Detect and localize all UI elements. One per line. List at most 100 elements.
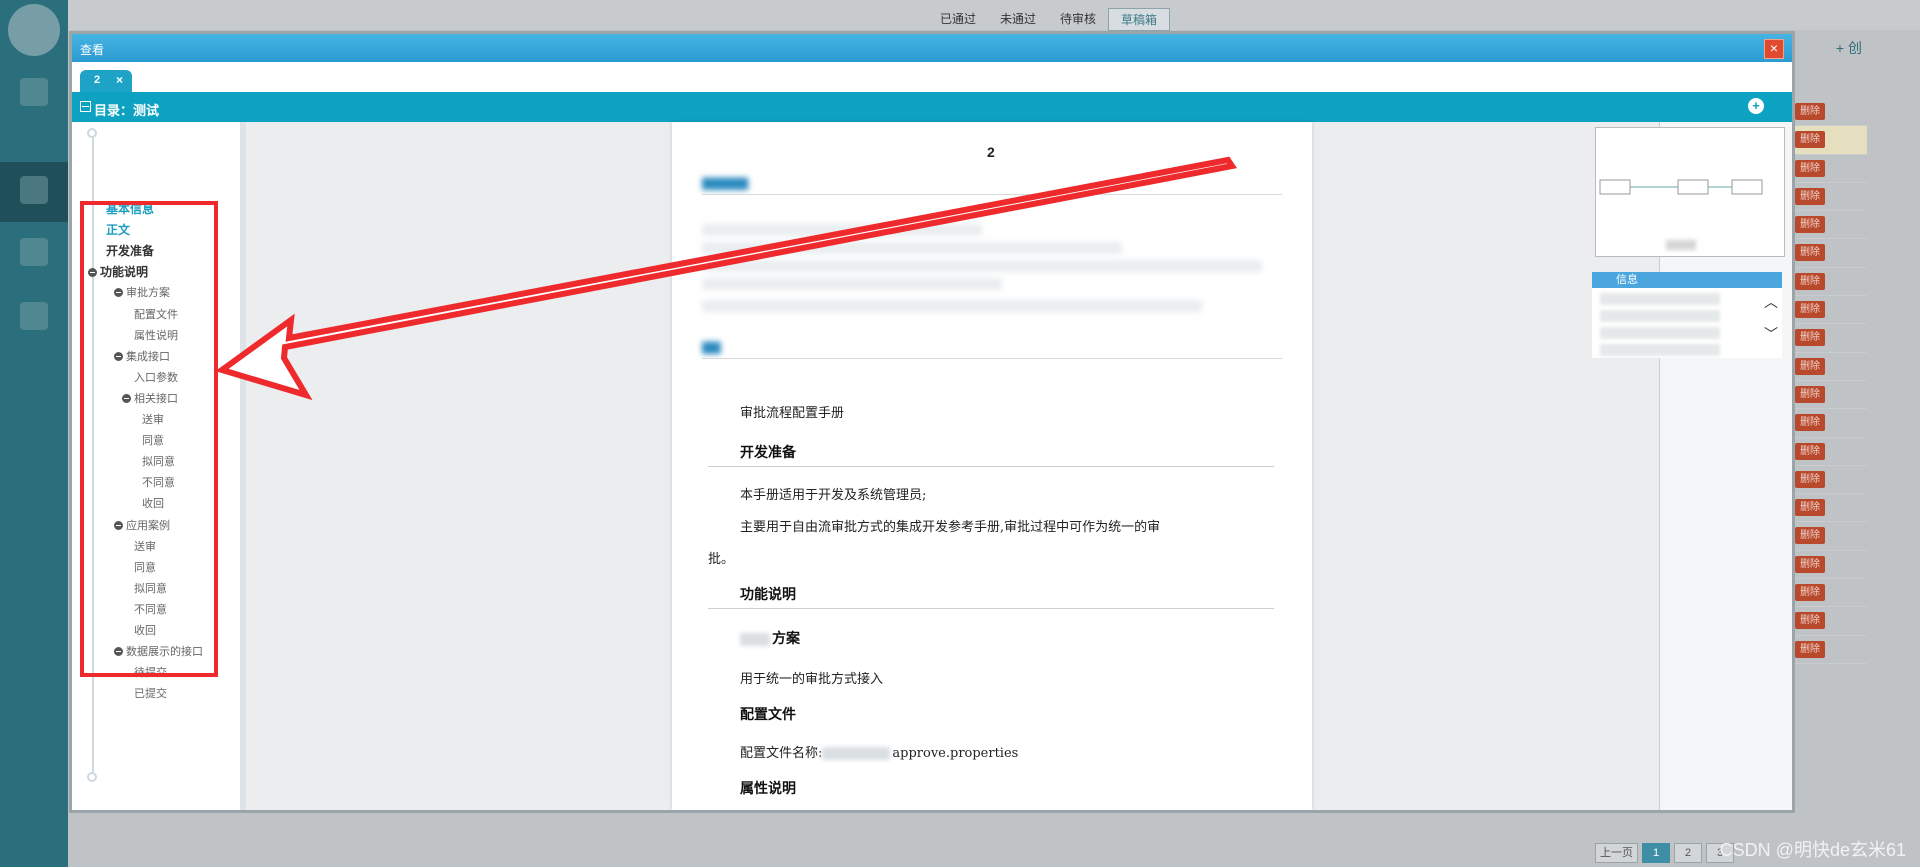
divider xyxy=(708,608,1274,609)
heading-scheme: 方案 xyxy=(740,628,800,648)
flow-node xyxy=(1599,179,1631,195)
delete-button[interactable]: 删除 xyxy=(1795,640,1825,658)
sidebar-item-1[interactable] xyxy=(0,64,68,124)
delete-button[interactable]: 删除 xyxy=(1795,414,1825,432)
redacted-word xyxy=(740,632,770,646)
divider xyxy=(702,358,1282,359)
nav-icon xyxy=(20,78,48,106)
tab-document-2[interactable]: 2 × xyxy=(80,70,132,92)
table-row: 删除 xyxy=(1795,183,1867,212)
page-number: 2 xyxy=(987,144,995,160)
table-row: 删除 xyxy=(1795,98,1867,127)
close-button[interactable]: × xyxy=(1764,39,1784,59)
page-2-button[interactable]: 2 xyxy=(1674,843,1702,863)
timeline-start-dot xyxy=(87,128,97,138)
tab-pending[interactable]: 待审核 xyxy=(1048,8,1108,31)
config-file-name: approve.properties xyxy=(892,746,1019,761)
table-row: 删除 xyxy=(1795,438,1867,466)
heading-function: 功能说明 xyxy=(740,587,796,603)
delete-button[interactable]: 删除 xyxy=(1795,131,1825,149)
tab-rejected[interactable]: 未通过 xyxy=(988,8,1048,31)
delete-button[interactable]: 删除 xyxy=(1795,584,1825,602)
delete-button[interactable]: 删除 xyxy=(1795,385,1825,403)
tab-close-icon[interactable]: × xyxy=(116,73,123,87)
delete-button[interactable]: 删除 xyxy=(1795,612,1825,630)
delete-button[interactable]: 删除 xyxy=(1795,301,1825,319)
table-row: 删除 xyxy=(1795,155,1867,183)
expand-icon[interactable]: + xyxy=(1748,98,1764,114)
avatar[interactable] xyxy=(8,4,60,56)
app-topbar: 已通过 未通过 待审核 草稿箱 xyxy=(68,0,1920,31)
page-1-button[interactable]: 1 xyxy=(1642,843,1670,863)
table-row: 删除 xyxy=(1795,381,1867,410)
doc-title: 审批流程配置手册 xyxy=(740,406,845,421)
basic-info-form xyxy=(702,220,1282,330)
delete-button[interactable]: 删除 xyxy=(1795,357,1825,375)
table-row: 删除 xyxy=(1795,494,1867,523)
scroll-down-icon[interactable]: ﹀ xyxy=(1764,324,1778,344)
delete-button[interactable]: 删除 xyxy=(1795,442,1825,460)
delete-button[interactable]: 删除 xyxy=(1795,499,1825,517)
flow-node xyxy=(1677,179,1709,195)
table-row: 删除 xyxy=(1795,409,1867,438)
sidebar-item-4[interactable] xyxy=(0,288,68,348)
user-icon xyxy=(20,176,48,204)
document-page: 2 ▇▇▇▇▇ ▇▇ 审批流程配置手册 开发准备 本手册适用于开发及系统管理员;… xyxy=(672,122,1312,810)
table-row: 删除 xyxy=(1795,466,1867,495)
collapse-icon[interactable] xyxy=(80,101,91,112)
create-button[interactable]: + 创 xyxy=(1836,38,1862,58)
tab-drafts[interactable]: 草稿箱 xyxy=(1108,8,1171,31)
heading-config: 配置文件 xyxy=(740,707,796,723)
toc-item[interactable]: 已提交 xyxy=(134,685,167,701)
delete-button[interactable]: 删除 xyxy=(1795,527,1825,545)
info-row xyxy=(1600,293,1720,305)
flow-node xyxy=(1731,179,1763,195)
sidebar-item-3[interactable] xyxy=(0,224,68,284)
redacted-label xyxy=(1666,240,1696,250)
info-row xyxy=(1600,310,1720,322)
delete-button[interactable]: 删除 xyxy=(1795,159,1825,177)
flow-preview[interactable] xyxy=(1595,127,1785,257)
table-row: 删除 xyxy=(1795,636,1867,664)
app-sidebar xyxy=(0,0,68,867)
tab-passed[interactable]: 已通过 xyxy=(928,8,988,31)
delete-button[interactable]: 删除 xyxy=(1795,329,1825,347)
delete-button[interactable]: 删除 xyxy=(1795,244,1825,262)
heading-attr: 属性说明 xyxy=(740,781,796,797)
heading-prepare: 开发准备 xyxy=(740,445,796,461)
info-row xyxy=(1600,344,1720,356)
paragraph: 本手册适用于开发及系统管理员; xyxy=(740,488,927,503)
sidebar-item-2[interactable] xyxy=(0,162,68,222)
table-row: 删除 xyxy=(1795,324,1867,353)
flow-diagram xyxy=(1599,179,1763,250)
delete-button[interactable]: 删除 xyxy=(1795,272,1825,290)
config-file-line: 配置文件名称: approve.properties xyxy=(740,742,1018,761)
toc-item-label: 已提交 xyxy=(134,688,167,701)
delete-button[interactable]: 删除 xyxy=(1795,216,1825,234)
document-viewer[interactable]: 2 ▇▇▇▇▇ ▇▇ 审批流程配置手册 开发准备 本手册适用于开发及系统管理员;… xyxy=(246,122,1659,810)
scroll-up-icon[interactable]: ︿ xyxy=(1764,292,1778,312)
paragraph: 批。 xyxy=(708,552,735,567)
heading-scheme-text: 方案 xyxy=(772,631,800,647)
info-panel-header: 信息 xyxy=(1592,272,1782,288)
nav-icon xyxy=(20,302,48,330)
nav-icon xyxy=(20,238,48,266)
prev-page-button[interactable]: 上一页 xyxy=(1595,843,1638,863)
modal-title: 查看 xyxy=(80,43,105,57)
paragraph: 主要用于自由流审批方式的集成开发参考手册,审批过程中可作为统一的审 xyxy=(740,520,1161,535)
delete-button[interactable]: 删除 xyxy=(1795,187,1825,205)
table-row: 删除 xyxy=(1795,126,1867,155)
delete-button[interactable]: 删除 xyxy=(1795,470,1825,488)
table-row: 删除 xyxy=(1795,607,1867,636)
info-panel: 信息 ︿ ﹀ xyxy=(1592,272,1782,358)
divider xyxy=(702,194,1282,195)
table-row: 删除 xyxy=(1795,522,1867,551)
table-row: 删除 xyxy=(1795,296,1867,325)
pagination: 上一页 1 2 3 xyxy=(1595,843,1734,863)
delete-button[interactable]: 删除 xyxy=(1795,555,1825,573)
view-modal: 查看 × 2 × 目录：测试 + 基本信息 正文 开发准备 功能说明 审批方案 配置文件属… xyxy=(72,34,1792,810)
paragraph: 用于统一的审批方式接入 xyxy=(740,672,884,687)
redacted-path xyxy=(822,747,891,760)
delete-button[interactable]: 删除 xyxy=(1795,103,1825,120)
section-title-basic: ▇▇▇▇▇ xyxy=(702,176,749,190)
